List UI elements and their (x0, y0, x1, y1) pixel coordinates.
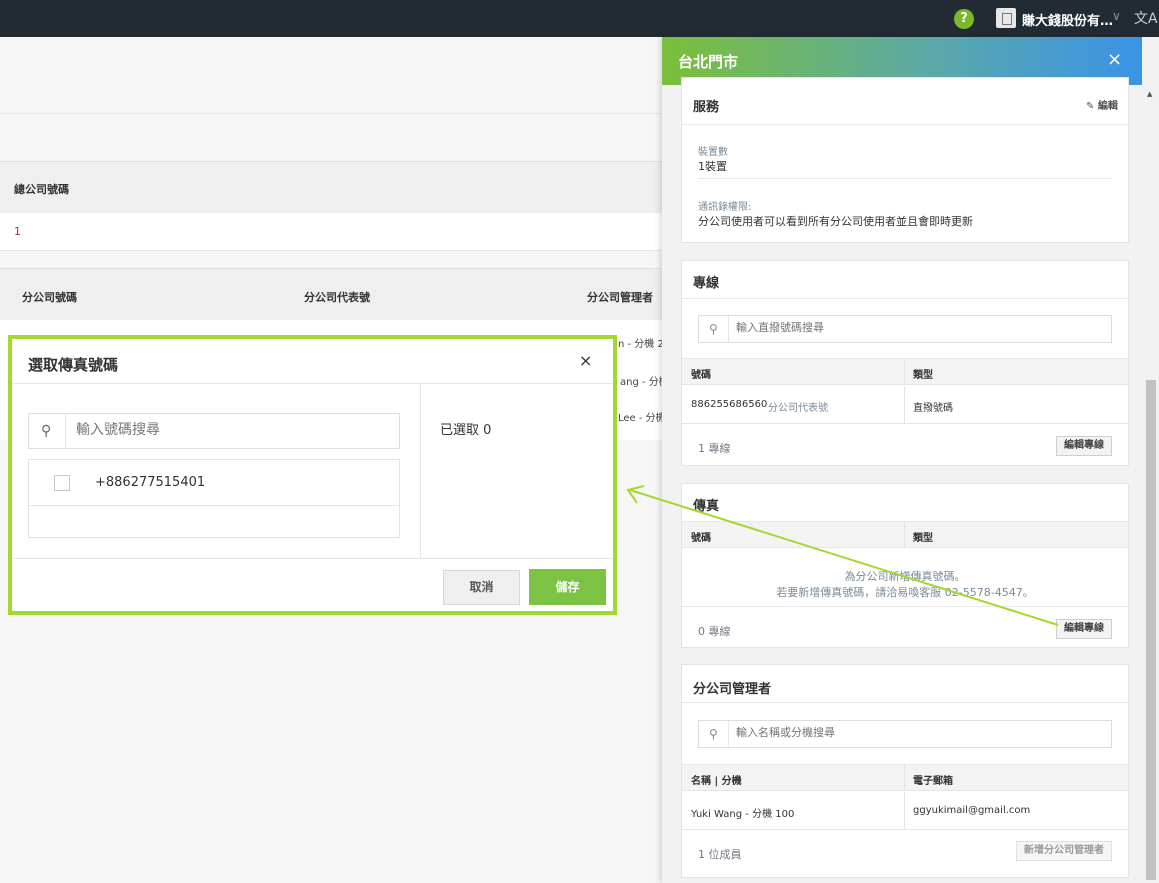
help-icon[interactable]: ? (954, 9, 974, 29)
lines-table-header: 號碼 類型 (682, 358, 1128, 385)
fax-card: 傳真 號碼 類型 為分公司新增傳真號碼。 若要新增傳真號碼，請洽易喚客服 02-… (681, 483, 1129, 648)
directory-label: 通訊錄權限: (698, 202, 752, 213)
dialog-title: 選取傳真號碼 (28, 356, 119, 374)
divider (682, 702, 1128, 703)
cancel-button[interactable]: 取消 (443, 570, 520, 605)
manager-name: Yuki Wang - 分機 100 (691, 809, 795, 820)
service-card: 服務 ✎ 編輯 裝置數 1裝置 通訊錄權限: 分公司使用者可以看到所有分公司使用… (681, 77, 1129, 243)
devices-label: 裝置數 (698, 147, 728, 158)
branch-manager-column: 分公司管理者 (587, 291, 653, 304)
edit-label: 編輯 (1097, 101, 1118, 112)
edit-fax-button[interactable]: 編輯專線 (1056, 619, 1112, 639)
hq-table-header: 總公司號碼 (0, 161, 662, 213)
scrollbar-thumb[interactable] (1146, 380, 1156, 880)
branch-number-column: 分公司號碼 (22, 291, 77, 304)
edit-service-link[interactable]: ✎ 編輯 (1086, 97, 1118, 112)
company-switcher[interactable]: 賺大錢股份有… (1022, 10, 1113, 29)
table-row[interactable]: Yuki Wang - 分機 100 ggyukimail@gmail.com (682, 792, 1128, 830)
fax-support-message: 若要新增傳真號碼，請洽易喚客服 02-5578-4547。 (776, 586, 1034, 599)
divider (904, 792, 905, 829)
fax-number: +886277515401 (95, 475, 206, 490)
divider (682, 124, 1128, 125)
manager-search-input[interactable]: ⚲ (698, 720, 1112, 748)
divider (12, 558, 613, 559)
chevron-down-icon[interactable]: ∨ (1112, 9, 1121, 23)
directory-value: 分公司使用者可以看到所有分公司使用者並且會即時更新 (698, 215, 973, 228)
hq-table-row[interactable]: 1 (0, 213, 662, 251)
divider (0, 113, 662, 114)
hq-number-cell: 1 (14, 225, 21, 238)
panel-title: 台北門市 (678, 53, 739, 71)
fax-count: 0 專線 (698, 625, 731, 638)
col-name: 名稱 | 分機 (691, 776, 742, 787)
branch-main-number-column: 分公司代表號 (304, 291, 370, 304)
divider (728, 316, 729, 342)
list-item[interactable]: +886277515401 (29, 460, 399, 506)
save-button[interactable]: 儲存 (529, 569, 606, 605)
fax-title: 傳真 (693, 499, 720, 514)
add-manager-button[interactable]: 新增分公司管理者 (1016, 841, 1112, 861)
lines-card: 專線 ⚲ 號碼 類型 886255686560 分公司代表號 直撥號碼 1 專線… (681, 260, 1129, 466)
devices-value: 1裝置 (698, 160, 727, 173)
building-icon (996, 8, 1016, 28)
close-icon[interactable]: × (579, 351, 592, 370)
divider (65, 414, 66, 448)
number-list: +886277515401 (28, 459, 400, 538)
fax-empty-message: 為分公司新增傳真號碼。 (844, 570, 966, 583)
line-search-input[interactable]: ⚲ (698, 315, 1112, 343)
divider (682, 606, 1128, 607)
number-checkbox[interactable] (54, 475, 70, 491)
top-bar: ? 賺大錢股份有… ∨ 文A (0, 0, 1159, 37)
col-email: 電子郵箱 (913, 776, 953, 787)
branch-detail-panel: 台北門市 × 服務 ✎ 編輯 裝置數 1裝置 通訊錄權限: 分公司使用者可以看到… (662, 37, 1142, 883)
divider (904, 359, 905, 384)
managers-count: 1 位成員 (698, 848, 742, 861)
managers-card: 分公司管理者 ⚲ 名稱 | 分機 電子郵箱 Yuki Wang - 分機 100… (681, 664, 1129, 878)
divider (682, 298, 1128, 299)
scroll-up-icon[interactable]: ▲ (1147, 90, 1152, 98)
line-type: 直撥號碼 (913, 403, 953, 414)
service-title: 服務 (693, 100, 720, 115)
search-icon: ⚲ (41, 423, 52, 439)
hq-column-header: 總公司號碼 (14, 183, 69, 196)
line-tag: 分公司代表號 (768, 403, 828, 414)
divider (728, 721, 729, 747)
search-icon: ⚲ (709, 322, 718, 336)
selected-count: 已選取 0 (440, 423, 492, 438)
col-type: 類型 (913, 533, 933, 544)
table-row[interactable]: 886255686560 分公司代表號 直撥號碼 (682, 386, 1128, 424)
managers-title: 分公司管理者 (693, 682, 772, 697)
manager-search-field[interactable] (736, 726, 1096, 739)
search-icon: ⚲ (709, 727, 718, 741)
branch-row-manager[interactable]: Lee - 分機 (618, 409, 666, 424)
number-search-input[interactable]: ⚲ (28, 413, 400, 449)
edit-lines-button[interactable]: 編輯專線 (1056, 436, 1112, 456)
divider (904, 386, 905, 423)
select-fax-dialog: 選取傳真號碼 × ⚲ +886277515401 已選取 0 取消 儲存 (8, 335, 617, 615)
divider (698, 178, 1112, 179)
col-number: 號碼 (691, 370, 711, 381)
managers-table-header: 名稱 | 分機 電子郵箱 (682, 764, 1128, 791)
number-search-field[interactable] (76, 422, 376, 438)
lines-title: 專線 (693, 276, 720, 291)
fax-table-header: 號碼 類型 (682, 521, 1128, 548)
translate-icon[interactable]: 文A (1134, 8, 1158, 28)
branch-table-header: 分公司號碼 分公司代表號 分公司管理者 (0, 268, 662, 320)
col-number: 號碼 (691, 533, 711, 544)
pencil-icon: ✎ (1086, 101, 1095, 112)
divider (904, 522, 905, 547)
close-icon[interactable]: × (1107, 49, 1122, 70)
col-type: 類型 (913, 370, 933, 381)
divider (904, 765, 905, 790)
divider (420, 384, 421, 559)
lines-count: 1 專線 (698, 442, 731, 455)
manager-email: ggyukimail@gmail.com (913, 805, 1031, 816)
branch-row-manager[interactable]: n - 分機 2 (618, 335, 664, 350)
divider (12, 383, 613, 384)
line-number: 886255686560 (691, 399, 768, 410)
line-search-field[interactable] (736, 321, 1096, 334)
